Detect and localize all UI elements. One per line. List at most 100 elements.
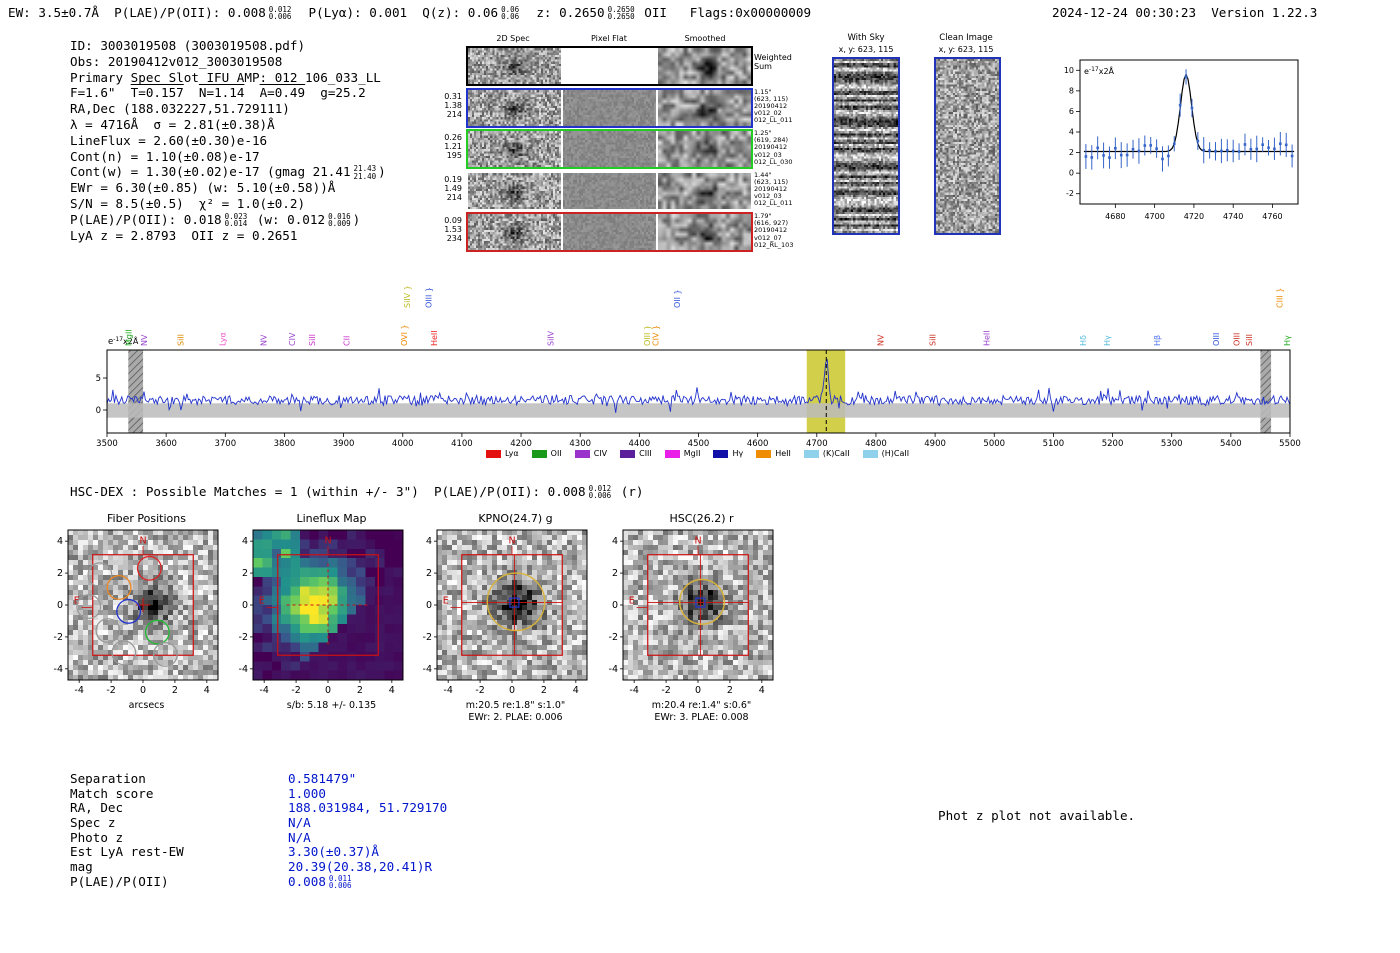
x-tick-label: 4000 bbox=[392, 439, 414, 449]
match-row-value: 3.30(±0.37)Å bbox=[288, 844, 379, 860]
y-tick-label: 2 bbox=[242, 568, 248, 579]
y-tick-label: -4 bbox=[54, 664, 63, 675]
compass-north-label: N bbox=[324, 536, 331, 547]
legend-swatch bbox=[531, 449, 547, 458]
match-row-label: Est LyA rest-EW bbox=[70, 844, 184, 860]
match-row: mag 20.39(20.38,20.41)R bbox=[70, 859, 447, 874]
masked-band bbox=[128, 350, 144, 433]
y-tick-label: 8 bbox=[1069, 86, 1074, 95]
2d-spec-cell-flat bbox=[563, 89, 656, 126]
x-tick-label: 4400 bbox=[629, 439, 651, 449]
emission-line-label: CIV bbox=[288, 332, 297, 346]
emission-line-label: Hδ bbox=[1079, 335, 1088, 346]
compass-north-label: N bbox=[694, 536, 701, 547]
cutout-title: HSC(26.2) r bbox=[669, 512, 734, 525]
info-line: P(LAE)/P(OII): 0.018 0.023 0.014 (w: 0.012… bbox=[70, 211, 361, 229]
x-tick-label: 4 bbox=[573, 685, 579, 696]
x-tick-label: 5400 bbox=[1220, 439, 1242, 449]
emission-line-label: OVI } bbox=[400, 324, 409, 346]
row-annotation: 1.25" (619, 284) 20190412 v012_03 012_LL_030 bbox=[754, 129, 793, 166]
x-tick-label: 5000 bbox=[983, 439, 1005, 449]
y-tick-label: 4 bbox=[57, 536, 63, 547]
legend-swatch bbox=[713, 449, 729, 458]
x-tick-label: 3600 bbox=[155, 439, 177, 449]
compass-north-label: N bbox=[508, 536, 515, 547]
row-annotation: 1.15" (623, 115) 20190412 v012_02 012_LL_011 bbox=[754, 87, 793, 125]
info-line: RA,Dec (188.032227,51.729111) bbox=[70, 101, 290, 117]
x-tick-label: 3700 bbox=[214, 439, 236, 449]
2d-spec-row bbox=[466, 212, 753, 252]
x-tick-label: 5200 bbox=[1102, 439, 1124, 449]
emission-line-label: Hβ bbox=[1153, 335, 1162, 346]
legend-swatch bbox=[664, 449, 680, 458]
kpno-g-plot: -4 -4 -2 -2 0 0 2 2 4 4 N E bbox=[423, 529, 588, 696]
y-tick-label: 0 bbox=[426, 600, 432, 611]
x-tick-label: -4 bbox=[443, 685, 452, 696]
x-tick-label: 4 bbox=[759, 685, 765, 696]
uncertainty-stack: 0.2650 0.2650 bbox=[607, 4, 635, 22]
y-tick-label: 0 bbox=[612, 600, 618, 611]
photz-note: Phot z plot not available. bbox=[938, 808, 1136, 823]
y-tick-label: 2 bbox=[1069, 148, 1074, 157]
weighted-sum-label: Weighted Sum bbox=[754, 53, 792, 71]
y-tick-label: -4 bbox=[239, 664, 248, 675]
x-tick-label: 4700 bbox=[806, 439, 828, 449]
match-row: RA, Dec 188.031984, 51.729170 bbox=[70, 800, 447, 815]
clean-image-panel bbox=[934, 57, 1001, 235]
match-row: P(LAE)/P(OII) 0.008 0.011 0.006 bbox=[70, 874, 447, 889]
2d-spec-cell-smooth bbox=[658, 214, 751, 250]
y-tick-label: -2 bbox=[54, 632, 63, 643]
row-left-stats: 0.26 1.21 195 bbox=[444, 133, 462, 160]
x-tick-label: 4500 bbox=[688, 439, 710, 449]
2d-spec-cell-spec bbox=[468, 214, 561, 250]
info-line: S/N = 8.5(±0.5) χ² = 1.0(±0.2) bbox=[70, 195, 306, 211]
2d-spec-cell-smooth bbox=[658, 131, 751, 167]
emission-line-label: SiIV bbox=[547, 330, 556, 346]
x-tick-label: 4680 bbox=[1105, 212, 1125, 221]
info-line: LineFlux = 2.60(±0.30)e-16 bbox=[70, 132, 268, 148]
legend-item: Hγ bbox=[713, 449, 743, 458]
emission-line-label: Lyα bbox=[218, 332, 227, 346]
match-row-label: RA, Dec bbox=[70, 800, 124, 816]
flux-units-label: e-17x2Å bbox=[1084, 65, 1115, 76]
uncertainty-stack: 0.023 0.014 bbox=[224, 211, 248, 229]
match-row-label: mag bbox=[70, 859, 93, 875]
x-tick-label: 3900 bbox=[333, 439, 355, 449]
row-left-stats: 0.19 1.49 214 bbox=[444, 174, 462, 202]
x-tick-label: 2 bbox=[357, 685, 363, 696]
2d-spec-row bbox=[466, 87, 753, 128]
cutout-lineflux-map: Lineflux Map -4 -4 -2 -2 0 0 2 2 4 4 N E s/b: 5.18 … bbox=[225, 512, 410, 712]
y-tick-label: -2 bbox=[1066, 189, 1074, 198]
cutout-fiber-positions: Fiber Positions -4 -4 -2 -2 0 0 2 2 4 4 N E arcsecs bbox=[40, 512, 225, 712]
y-tick-label: 4 bbox=[426, 536, 432, 547]
clean-image-title: Clean Image bbox=[939, 33, 993, 43]
x-tick-label: -2 bbox=[106, 685, 115, 696]
row-left-stats: 0.31 1.38 214 bbox=[444, 91, 462, 119]
2d-spec-cell-flat bbox=[563, 172, 656, 209]
legend-swatch bbox=[756, 449, 772, 458]
cutout-kpno-g: KPNO(24.7) g -4 -4 -2 -2 0 0 2 2 4 4 N E m:20.5 re:… bbox=[409, 512, 594, 723]
cutout-caption: m:20.5 re:1.8" s:1.0" bbox=[465, 700, 566, 711]
legend-swatch bbox=[862, 449, 878, 458]
clean-image-coords: x, y: 623, 115 bbox=[938, 45, 994, 54]
legend-item: CIV bbox=[574, 449, 607, 458]
emission-line-label: OIII bbox=[1212, 333, 1221, 346]
with-sky-coords: x, y: 623, 115 bbox=[838, 45, 894, 54]
y-tick-label: 0 bbox=[57, 600, 63, 611]
x-tick-label: 0 bbox=[695, 685, 701, 696]
emission-line-label: HeII bbox=[430, 330, 439, 346]
uncertainty-stack: 0.06 0.06 bbox=[501, 4, 520, 22]
emission-line-label: SiII bbox=[1245, 334, 1254, 346]
x-tick-label: 0 bbox=[325, 685, 331, 696]
fiber-positions-plot: -4-4-2-2002244NE bbox=[54, 529, 219, 696]
hsc-dex-line: HSC-DEX : Possible Matches = 1 (within +… bbox=[70, 483, 644, 501]
y-tick-label: 2 bbox=[612, 568, 618, 579]
masked-band bbox=[1260, 350, 1272, 433]
row-annotation: 1.44" (623, 115) 20190412 v012_03 012_LL_011 bbox=[754, 170, 793, 208]
2d-spec-cell-flat bbox=[563, 131, 656, 167]
cutout-caption: arcsecs bbox=[128, 700, 165, 711]
match-row: Spec z N/A bbox=[70, 815, 447, 830]
legend-item: MgII bbox=[664, 449, 700, 458]
match-row-label: P(LAE)/P(OII) bbox=[70, 873, 169, 889]
emission-line-label: NV bbox=[140, 334, 149, 346]
